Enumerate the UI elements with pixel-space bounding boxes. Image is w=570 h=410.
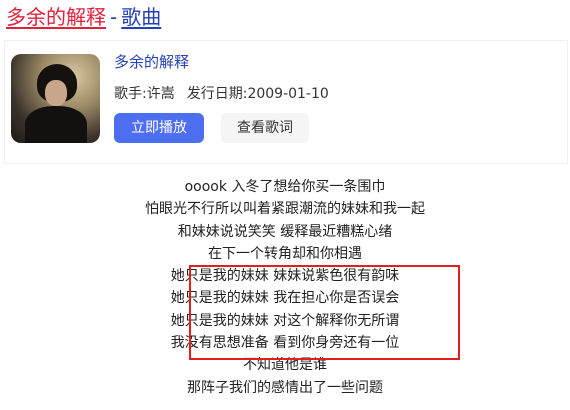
lyrics-highlight-box bbox=[189, 265, 460, 360]
song-category-link[interactable]: 歌曲 bbox=[121, 5, 161, 29]
song-name-link[interactable]: 多余的解释 bbox=[114, 51, 189, 72]
lyric-line: 和妹妹说说笑笑 缓释最近糟糕心绪 bbox=[177, 223, 393, 240]
view-lyrics-button[interactable]: 查看歌词 bbox=[221, 113, 309, 143]
lyric-line: 在下一个转角却和你相遇 bbox=[208, 245, 362, 262]
lyric-line: ooook 入冬了想给你买一条围巾 bbox=[184, 179, 386, 195]
album-cover-image[interactable] bbox=[11, 54, 100, 143]
play-now-button[interactable]: 立即播放 bbox=[114, 113, 204, 143]
release-date: 2009-01-10 bbox=[247, 86, 329, 102]
release-date-label: 发行日期: bbox=[186, 86, 248, 102]
title-separator: - bbox=[110, 5, 118, 29]
singer-name: 许嵩 bbox=[146, 86, 175, 102]
cover-figure-body bbox=[25, 106, 87, 143]
song-title-link[interactable]: 多余的解释 bbox=[6, 5, 106, 29]
singer-label: 歌手: bbox=[114, 86, 147, 102]
lyric-line: 怕眼光不行所以叫着紧跟潮流的妹妹和我一起 bbox=[145, 201, 425, 218]
cover-figure-face bbox=[45, 80, 67, 106]
search-result-title: 多余的解释 - 歌曲 bbox=[6, 4, 161, 30]
lyric-line: 那阵子我们的感情出了一些问题 bbox=[187, 379, 383, 396]
song-meta: 歌手:许嵩 发行日期:2009-01-10 bbox=[114, 83, 329, 103]
song-card: 多余的解释 歌手:许嵩 发行日期:2009-01-10 立即播放 查看歌词 bbox=[4, 40, 568, 164]
